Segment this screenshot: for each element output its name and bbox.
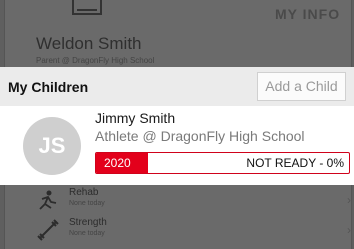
my-info-heading: MY INFO — [275, 6, 341, 22]
list-item-title: Rehab — [69, 187, 99, 198]
readiness-status-text: NOT READY - 0% — [246, 156, 344, 170]
readiness-status-bar: 2020 NOT READY - 0% — [95, 152, 350, 174]
user-name: Weldon Smith — [36, 34, 142, 53]
modal-title: My Children — [8, 79, 89, 95]
user-school: Parent @ DragonFly High School — [36, 56, 155, 65]
rehab-icon — [39, 190, 57, 210]
list-item-subtitle: None today — [69, 200, 105, 207]
list-item-strength[interactable]: Strength None today › — [21, 217, 351, 245]
chevron-right-icon: › — [347, 223, 351, 237]
avatar: JS — [23, 117, 81, 175]
child-role: Athlete @ DragonFly High School — [95, 128, 305, 144]
status-year-badge: 2020 — [96, 153, 148, 173]
child-name: Jimmy Smith — [95, 110, 176, 126]
chevron-right-icon: › — [347, 193, 351, 207]
list-item-title: Strength — [69, 217, 107, 228]
add-child-button[interactable]: Add a Child — [257, 72, 346, 101]
modal-header: My Children Add a Child — [0, 67, 354, 106]
list-item-subtitle: None today — [69, 230, 105, 237]
child-card[interactable]: JS Jimmy Smith Athlete @ DragonFly High … — [0, 106, 354, 185]
my-children-modal: My Children Add a Child JS Jimmy Smith A… — [0, 67, 354, 185]
list-item-rehab[interactable]: Rehab None today › — [21, 187, 351, 215]
calendar-icon — [72, 0, 102, 15]
strength-icon — [37, 219, 59, 241]
